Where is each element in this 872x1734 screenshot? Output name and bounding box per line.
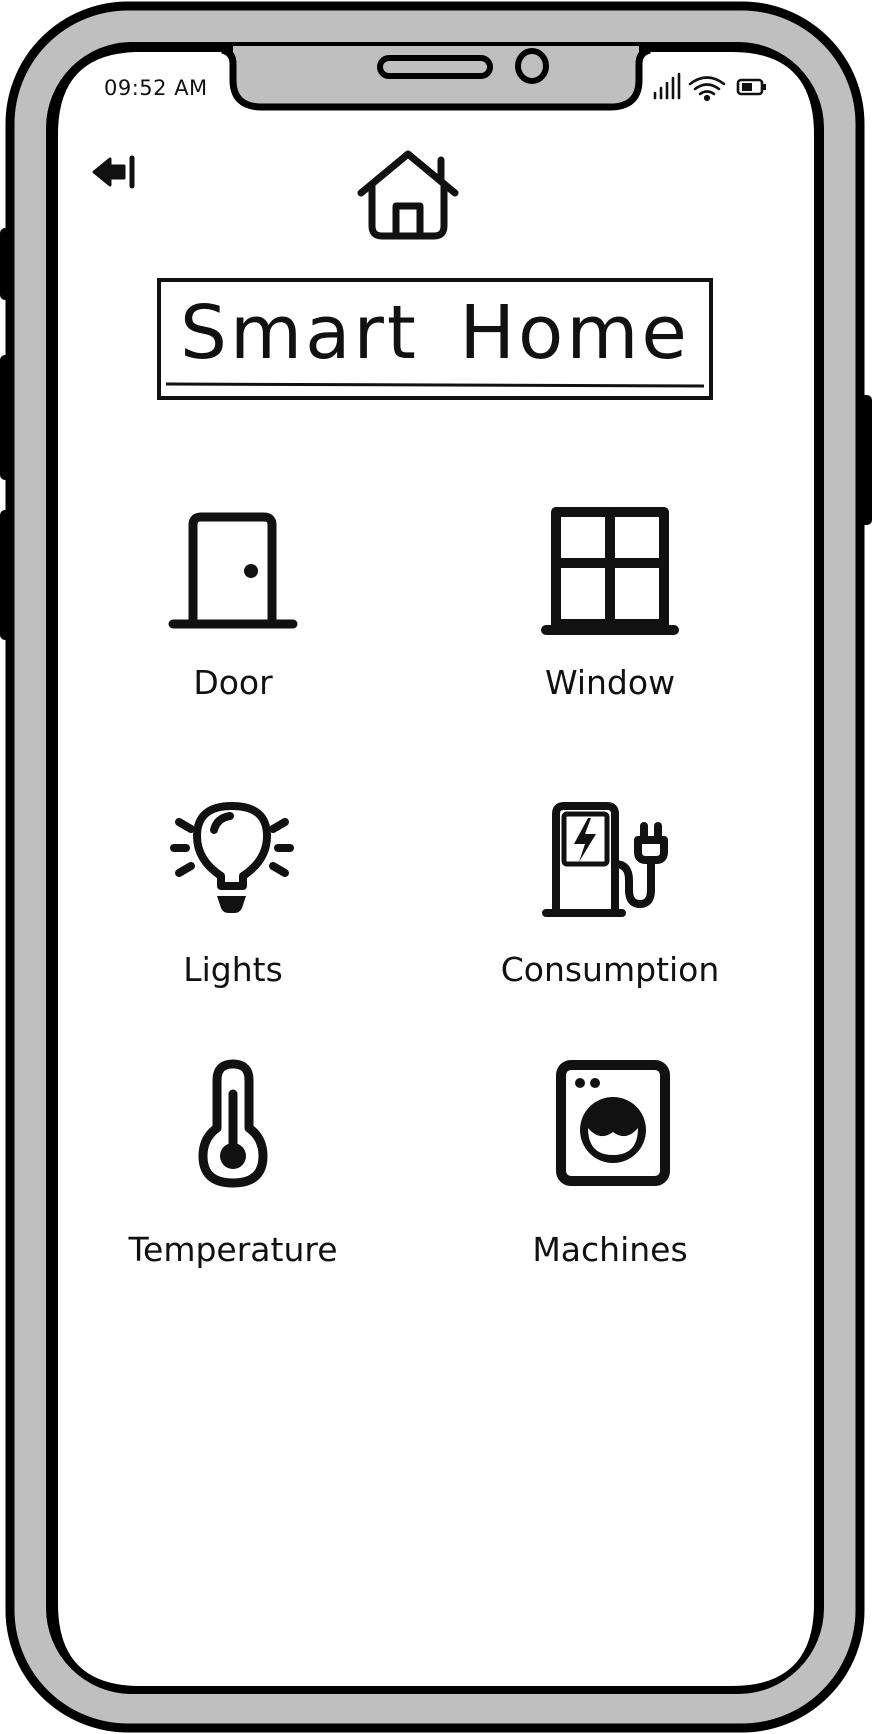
thermometer-icon <box>198 1059 268 1188</box>
app-title-banner: Smart Home <box>156 276 714 402</box>
house-icon <box>357 150 459 240</box>
phone-mockup: 09:52 AM Smart Home Door Window Lights C… <box>0 0 872 1734</box>
page-title: Smart Home <box>180 290 690 376</box>
menu-item-label: Door <box>193 663 273 702</box>
menu-item-label: Consumption <box>500 950 720 989</box>
menu-item-label: Temperature <box>128 1230 338 1269</box>
door-icon <box>168 512 298 629</box>
window-icon <box>541 507 679 635</box>
menu-item-label: Machines <box>532 1230 688 1269</box>
wifi-icon <box>688 76 726 102</box>
menu-item-label: Window <box>544 663 676 702</box>
ev-charger-icon <box>542 802 668 917</box>
menu-item-window[interactable]: Window <box>460 505 760 725</box>
menu-item-door[interactable]: Door <box>83 505 383 725</box>
signal-icon <box>653 72 681 100</box>
battery-icon <box>736 78 766 96</box>
light-bulb-icon <box>170 802 294 913</box>
status-icons <box>653 72 766 102</box>
status-time: 09:52 AM <box>104 76 208 100</box>
menu-item-temperature[interactable]: Temperature <box>83 1058 383 1278</box>
menu-item-lights[interactable]: Lights <box>83 800 383 1020</box>
menu-item-consumption[interactable]: Consumption <box>460 800 760 1020</box>
menu-item-label: Lights <box>183 950 283 989</box>
menu-item-machines[interactable]: Machines <box>460 1058 760 1278</box>
washing-machine-icon <box>556 1060 670 1186</box>
back-arrow-icon[interactable] <box>90 152 140 192</box>
